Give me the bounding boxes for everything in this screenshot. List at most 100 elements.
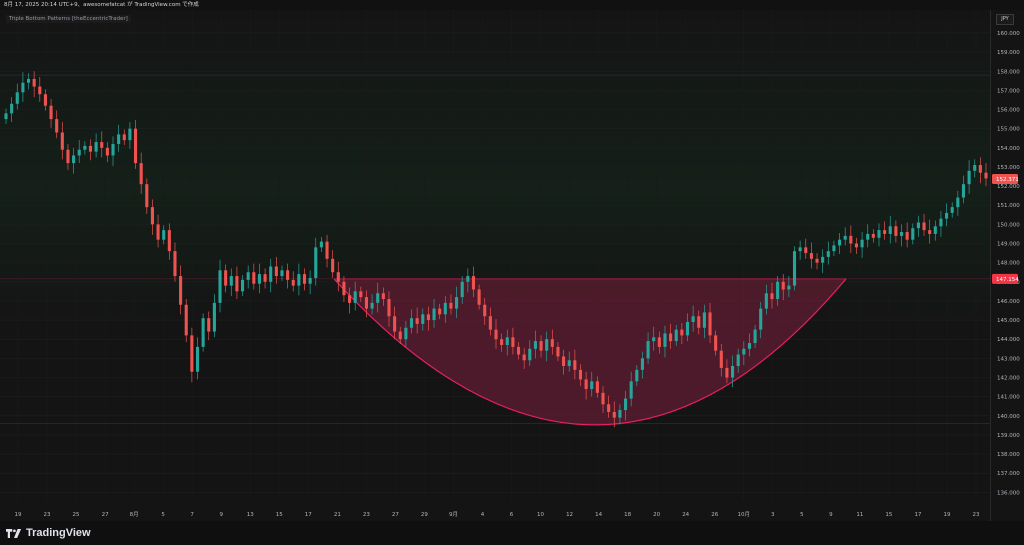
candle-body bbox=[697, 316, 701, 328]
time-tick-label: 23 bbox=[44, 512, 51, 518]
price-tick-label: 152.000 bbox=[997, 184, 1020, 190]
candle-body bbox=[224, 270, 228, 286]
candle-body bbox=[415, 318, 419, 324]
candle-body bbox=[139, 163, 143, 185]
candle-body bbox=[449, 302, 453, 309]
candle-body bbox=[516, 346, 521, 355]
candle-body bbox=[809, 253, 813, 259]
candle-body bbox=[83, 145, 87, 150]
candle-body bbox=[618, 410, 622, 418]
candle-body bbox=[832, 245, 836, 252]
candle-body bbox=[950, 207, 954, 213]
price-tick-label: 149.000 bbox=[997, 242, 1020, 248]
candle-body bbox=[556, 346, 560, 357]
candle-body bbox=[669, 333, 673, 342]
time-tick-label: 11 bbox=[856, 512, 863, 518]
candle-body bbox=[364, 297, 369, 309]
price-tick-label: 136.000 bbox=[997, 490, 1020, 496]
candle-body bbox=[562, 356, 566, 367]
candle-body bbox=[680, 329, 684, 336]
time-tick-label: 9 bbox=[829, 512, 833, 518]
time-tick-label: 7 bbox=[190, 512, 194, 518]
candle-body bbox=[866, 233, 870, 240]
candle-body bbox=[607, 404, 611, 412]
time-tick-label: 25 bbox=[73, 512, 80, 518]
brand-name: TradingView bbox=[26, 527, 91, 539]
candle-body bbox=[640, 358, 644, 370]
footer-bar: TradingView bbox=[0, 521, 1024, 545]
candle-body bbox=[714, 335, 718, 351]
candle-body bbox=[325, 241, 329, 259]
candle-body bbox=[691, 316, 695, 322]
candle-body bbox=[263, 274, 267, 282]
candle-body bbox=[77, 149, 81, 156]
candle-body bbox=[184, 304, 188, 336]
candle-body bbox=[432, 308, 436, 321]
candle-body bbox=[398, 331, 402, 340]
price-tick-label: 143.000 bbox=[997, 356, 1020, 362]
candle-body bbox=[781, 281, 785, 290]
candle-body bbox=[742, 348, 746, 355]
candle-body bbox=[736, 354, 740, 367]
candle-body bbox=[764, 293, 768, 309]
candle-body bbox=[49, 105, 53, 120]
time-tick-label: 8月 bbox=[130, 511, 139, 518]
candle-body bbox=[821, 256, 825, 263]
candle-body bbox=[156, 224, 160, 240]
candle-body bbox=[173, 251, 177, 277]
candle-body bbox=[162, 230, 166, 240]
candle-body bbox=[623, 398, 628, 411]
candle-body bbox=[460, 281, 464, 298]
candle-body bbox=[409, 318, 414, 328]
candle-body bbox=[894, 226, 898, 236]
price-tick-label: 137.000 bbox=[997, 471, 1020, 477]
indicator-legend[interactable]: Triple Bottom Patterns [theEccentricTrad… bbox=[6, 15, 131, 23]
candle-body bbox=[550, 339, 554, 347]
time-tick-label: 21 bbox=[334, 512, 341, 518]
candle-body bbox=[438, 308, 442, 315]
price-tick-label: 144.000 bbox=[997, 337, 1020, 343]
time-tick-label: 10月 bbox=[738, 511, 751, 518]
candle-body bbox=[376, 293, 380, 303]
candle-body bbox=[128, 128, 132, 141]
candle-body bbox=[612, 411, 616, 418]
candle-body bbox=[505, 337, 509, 345]
candle-body bbox=[308, 277, 312, 284]
price-tick-label: 139.000 bbox=[997, 433, 1020, 439]
candlestick-chart[interactable]: 136.000 137.000 138.000 139.000 140.000 141.0… bbox=[0, 10, 1024, 521]
candle-body bbox=[500, 339, 504, 345]
time-tick-label: 12 bbox=[566, 512, 573, 518]
time-tick-label: 15 bbox=[276, 512, 283, 518]
candle-body bbox=[747, 343, 751, 349]
tradingview-logo[interactable]: TradingView bbox=[6, 527, 91, 539]
time-tick-label: 9 bbox=[219, 512, 223, 518]
time-tick-label: 17 bbox=[914, 512, 921, 518]
candle-body bbox=[246, 272, 250, 280]
candle-body bbox=[88, 145, 93, 152]
time-tick-label: 18 bbox=[624, 512, 631, 518]
candle-body bbox=[911, 228, 915, 240]
candle-body bbox=[150, 207, 154, 225]
candle-body bbox=[280, 270, 284, 277]
price-tick-label: 148.000 bbox=[997, 261, 1020, 267]
candle-body bbox=[939, 218, 943, 227]
currency-badge[interactable]: JPY bbox=[996, 14, 1014, 25]
price-tick-label: 157.000 bbox=[997, 88, 1020, 94]
candle-body bbox=[314, 247, 318, 278]
candle-body bbox=[190, 335, 194, 372]
candle-body bbox=[218, 270, 222, 303]
candle-body bbox=[111, 143, 115, 156]
time-tick-label: 5 bbox=[800, 512, 804, 518]
candle-body bbox=[348, 295, 352, 303]
time-tick-label: 6 bbox=[510, 512, 514, 518]
candle-body bbox=[877, 230, 881, 238]
candle-body bbox=[105, 147, 109, 156]
time-tick-label: 10 bbox=[537, 512, 544, 518]
candle-body bbox=[843, 235, 847, 240]
screenshot-watermark: 8月 17, 2025 20:14 UTC+9、awesomefatcat が … bbox=[0, 0, 1024, 10]
candle-body bbox=[494, 329, 498, 340]
price-axis: 136.000 137.000 138.000 139.000 140.000 141.0… bbox=[992, 31, 1020, 496]
candle-body bbox=[443, 302, 447, 315]
time-tick-label: 14 bbox=[595, 512, 602, 518]
candle-body bbox=[719, 350, 723, 368]
